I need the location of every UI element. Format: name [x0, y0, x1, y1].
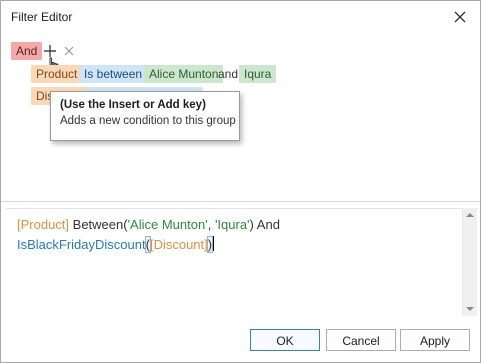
- dialog-title: Filter Editor: [11, 10, 73, 24]
- title-bar: Filter Editor: [1, 1, 480, 32]
- tooltip-title: (Use the Insert or Add key): [60, 99, 206, 111]
- between-conjunction: and: [218, 67, 239, 81]
- condition-operator-between[interactable]: Is between: [79, 65, 148, 83]
- splitter[interactable]: [1, 201, 480, 202]
- condition-field-product[interactable]: Product: [31, 65, 83, 83]
- tooltip-text: Adds a new condition to this group: [60, 115, 236, 127]
- tooltip: (Use the Insert or Add key) Adds a new c…: [50, 91, 240, 141]
- close-icon: [454, 11, 466, 23]
- group-operator-and[interactable]: And: [11, 42, 43, 60]
- scroll-down-icon[interactable]: [466, 307, 474, 311]
- expr-string-2: 'Iqura': [214, 217, 250, 232]
- expression-line-1: [Product] Between('Alice Munton', 'Iqura…: [17, 215, 280, 235]
- filter-editor-dialog: Filter Editor And Product Is between Ali…: [0, 0, 481, 363]
- expr-close-paren: ): [249, 217, 254, 232]
- remove-group-icon[interactable]: [63, 45, 75, 57]
- expression-text: [Product] Between('Alice Munton', 'Iqura…: [17, 215, 280, 255]
- expr-close-paren-2: ): [206, 236, 214, 253]
- expr-field-product: [Product]: [17, 217, 70, 232]
- expr-between: Between(: [72, 217, 128, 232]
- close-button[interactable]: [446, 5, 474, 29]
- cancel-button[interactable]: Cancel: [326, 329, 396, 351]
- vertical-scrollbar[interactable]: [462, 208, 477, 316]
- apply-button[interactable]: Apply: [400, 329, 470, 351]
- text-caret: [213, 236, 215, 251]
- condition-value-2[interactable]: Iqura: [239, 65, 277, 83]
- ok-button[interactable]: OK: [250, 329, 320, 351]
- expr-and: And: [256, 217, 280, 232]
- expr-field-discount: [Discount]: [149, 237, 208, 252]
- add-condition-icon[interactable]: [43, 44, 57, 58]
- condition-value-1[interactable]: Alice Munton: [144, 65, 224, 83]
- scroll-up-icon[interactable]: [466, 213, 474, 217]
- expr-string-1: 'Alice Munton': [127, 217, 208, 232]
- expression-line-2: IsBlackFridayDiscount([Discount]): [17, 235, 280, 255]
- expr-function: IsBlackFridayDiscount: [17, 237, 146, 252]
- expr-comma: ,: [207, 217, 215, 232]
- expression-editor[interactable]: [Product] Between('Alice Munton', 'Iqura…: [6, 208, 478, 317]
